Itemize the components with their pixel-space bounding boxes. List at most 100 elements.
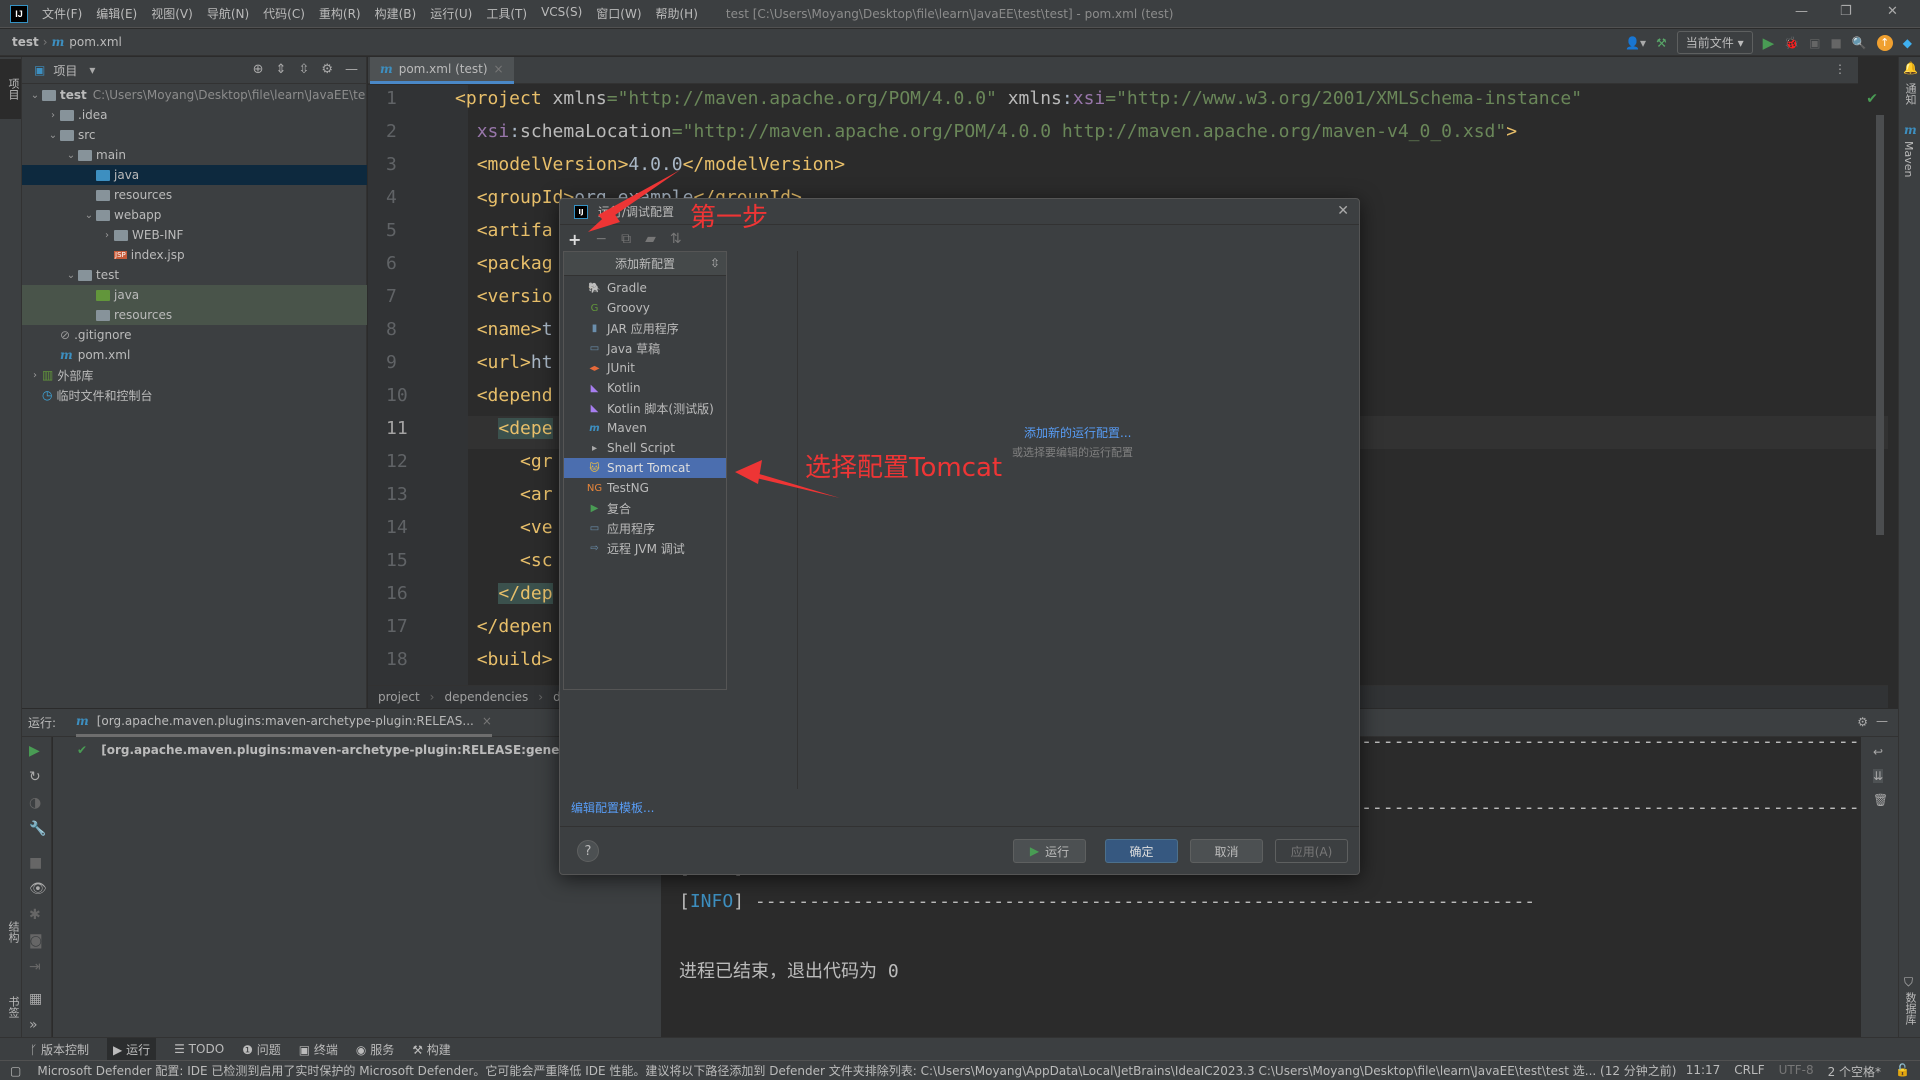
- menu-item[interactable]: 代码(C): [263, 5, 305, 22]
- database-tool-tab[interactable]: 数据库: [1902, 992, 1918, 1025]
- update-icon[interactable]: ↑: [1876, 34, 1893, 51]
- expand-all-icon[interactable]: ⇕: [276, 62, 287, 77]
- breadcrumb-item[interactable]: project: [378, 690, 420, 704]
- ok-button[interactable]: 确定: [1105, 839, 1178, 863]
- chevron-down-icon[interactable]: ⌄: [46, 130, 60, 141]
- popup-item[interactable]: ▮ JAR 应用程序: [564, 318, 726, 338]
- menu-item[interactable]: 工具(T): [486, 5, 527, 22]
- hide-panel-icon[interactable]: —: [1876, 714, 1888, 728]
- tool-tab[interactable]: ☰ TODO: [174, 1042, 224, 1056]
- coverage-icon[interactable]: ▣: [1809, 36, 1820, 50]
- popup-item[interactable]: ▭ Java 草稿: [564, 338, 726, 358]
- menu-item[interactable]: 视图(V): [151, 5, 193, 22]
- tree-item[interactable]: ⌄ webapp: [22, 205, 367, 225]
- popup-item[interactable]: ⇨ 远程 JVM 调试: [564, 538, 726, 558]
- remove-config-icon[interactable]: −: [595, 231, 607, 247]
- maven-tool-tab[interactable]: Maven: [1902, 141, 1915, 177]
- stop-icon[interactable]: ■: [1830, 36, 1841, 50]
- tree-item[interactable]: › .idea: [22, 105, 367, 125]
- popup-item[interactable]: ◂▸ JUnit: [564, 358, 726, 378]
- menu-item[interactable]: 导航(N): [207, 5, 249, 22]
- menu-item[interactable]: 运行(U): [430, 5, 472, 22]
- tool-tab[interactable]: ▣ 终端: [299, 1041, 338, 1058]
- search-icon[interactable]: 🔍: [1852, 36, 1867, 50]
- tree-item[interactable]: ⌄ test: [22, 265, 367, 285]
- menu-item[interactable]: VCS(S): [541, 5, 582, 22]
- gear-icon[interactable]: ⚙: [1857, 715, 1868, 729]
- bookmarks-tool-tab[interactable]: 书签: [0, 977, 21, 1037]
- menu-item[interactable]: 文件(F): [42, 5, 82, 22]
- soft-wrap-icon[interactable]: ↩: [1873, 745, 1883, 759]
- popup-item[interactable]: G Groovy: [564, 298, 726, 318]
- menu-item[interactable]: 重构(R): [319, 5, 361, 22]
- chevron-right-icon[interactable]: ›: [100, 230, 114, 241]
- popup-item[interactable]: ▭ 应用程序: [564, 518, 726, 538]
- popup-item[interactable]: 🐱 Smart Tomcat: [564, 458, 726, 478]
- tab-pom-xml[interactable]: m pom.xml (test) ×: [370, 57, 514, 84]
- tree-item[interactable]: JSP index.jsp: [22, 245, 367, 265]
- locate-icon[interactable]: ⊕: [253, 62, 264, 77]
- camera-icon[interactable]: ◙: [29, 933, 43, 949]
- minimize-icon[interactable]: —: [1795, 4, 1808, 19]
- structure-tool-tab[interactable]: 结构: [0, 907, 21, 957]
- tree-item[interactable]: java: [22, 285, 367, 305]
- lock-icon[interactable]: 🔓: [1895, 1063, 1910, 1080]
- indent-setting[interactable]: 2 个空格*: [1828, 1063, 1881, 1080]
- notifications-tool-tab[interactable]: 通知: [1902, 83, 1918, 105]
- rerun-icon[interactable]: ▶: [29, 743, 40, 759]
- show-icon[interactable]: 👁: [29, 881, 47, 897]
- status-message[interactable]: Microsoft Defender 配置: IDE 已检测到启用了实时保护的 …: [37, 1062, 1676, 1079]
- cancel-button[interactable]: 取消: [1190, 839, 1263, 863]
- chevron-down-icon[interactable]: ⌄: [28, 90, 42, 101]
- project-tool-tab[interactable]: 项目: [0, 59, 21, 119]
- toggle-offline-icon[interactable]: ◑: [29, 795, 41, 811]
- sort-alpha-icon[interactable]: ⇅: [670, 231, 682, 247]
- scroll-to-end-icon[interactable]: ⇊: [1873, 769, 1884, 783]
- jetbrains-toolbox-icon[interactable]: ◆: [1903, 36, 1912, 50]
- run-tree-item[interactable]: ✔ [org.apache.maven.plugins:maven-archet…: [77, 741, 625, 758]
- breadcrumb-file[interactable]: pom.xml: [69, 35, 122, 49]
- chevron-down-icon[interactable]: ⌄: [82, 210, 96, 221]
- menu-item[interactable]: 帮助(H): [656, 5, 698, 22]
- apply-button[interactable]: 应用(A): [1275, 839, 1348, 863]
- collapse-all-icon[interactable]: ⇳: [298, 62, 309, 77]
- close-tab-icon[interactable]: ×: [494, 62, 504, 76]
- popup-item[interactable]: NG TestNG: [564, 478, 726, 498]
- restore-icon[interactable]: ❐: [1840, 4, 1852, 19]
- tree-item[interactable]: ⌄ main: [22, 145, 367, 165]
- tree-item[interactable]: java: [22, 165, 367, 185]
- rerun-failed-icon[interactable]: ↻: [29, 769, 41, 785]
- copy-config-icon[interactable]: ⧉: [621, 231, 631, 247]
- help-button[interactable]: ?: [577, 840, 599, 862]
- menu-item[interactable]: 构建(B): [375, 5, 417, 22]
- more-icon[interactable]: »: [29, 1017, 38, 1033]
- debug-icon[interactable]: 🐞: [1784, 36, 1799, 50]
- add-config-icon[interactable]: +: [568, 230, 581, 249]
- hide-icon[interactable]: —: [345, 62, 358, 77]
- tool-tab[interactable]: ▶ 运行: [107, 1037, 157, 1061]
- run-button[interactable]: ▶ 运行: [1013, 839, 1086, 863]
- tree-item[interactable]: › WEB-INF: [22, 225, 367, 245]
- tool-tab[interactable]: ⚒ 构建: [412, 1041, 451, 1058]
- chevron-right-icon[interactable]: ›: [46, 110, 60, 121]
- popup-item[interactable]: 🐘 Gradle: [564, 278, 726, 298]
- tree-item[interactable]: ⌄ test C:\Users\Moyang\Desktop\file\learn\…: [22, 85, 367, 105]
- menu-item[interactable]: 编辑(E): [96, 5, 137, 22]
- breadcrumb-item[interactable]: dependencies: [444, 690, 528, 704]
- wrench-icon[interactable]: 🔧: [29, 821, 46, 837]
- caret-position[interactable]: 11:17: [1686, 1063, 1721, 1080]
- chevron-down-icon[interactable]: ▾: [89, 63, 95, 77]
- tree-item[interactable]: resources: [22, 185, 367, 205]
- tree-item[interactable]: › ▥ 外部库: [22, 365, 367, 385]
- run-tab[interactable]: m [org.apache.maven.plugins:maven-archet…: [76, 709, 492, 737]
- debug-icon[interactable]: ✱: [29, 907, 41, 923]
- project-panel-title[interactable]: 项目: [53, 62, 77, 79]
- account-icon[interactable]: 👤▾: [1625, 36, 1646, 50]
- file-encoding[interactable]: UTF-8: [1779, 1063, 1814, 1080]
- new-folder-icon[interactable]: ▰: [645, 231, 656, 247]
- menu-item[interactable]: 窗口(W): [596, 5, 641, 22]
- import-icon[interactable]: ⇥: [29, 959, 41, 975]
- line-separator[interactable]: CRLF: [1734, 1063, 1764, 1080]
- trash-icon[interactable]: 🗑: [1873, 793, 1888, 807]
- collapse-icon[interactable]: ⇳: [710, 256, 720, 270]
